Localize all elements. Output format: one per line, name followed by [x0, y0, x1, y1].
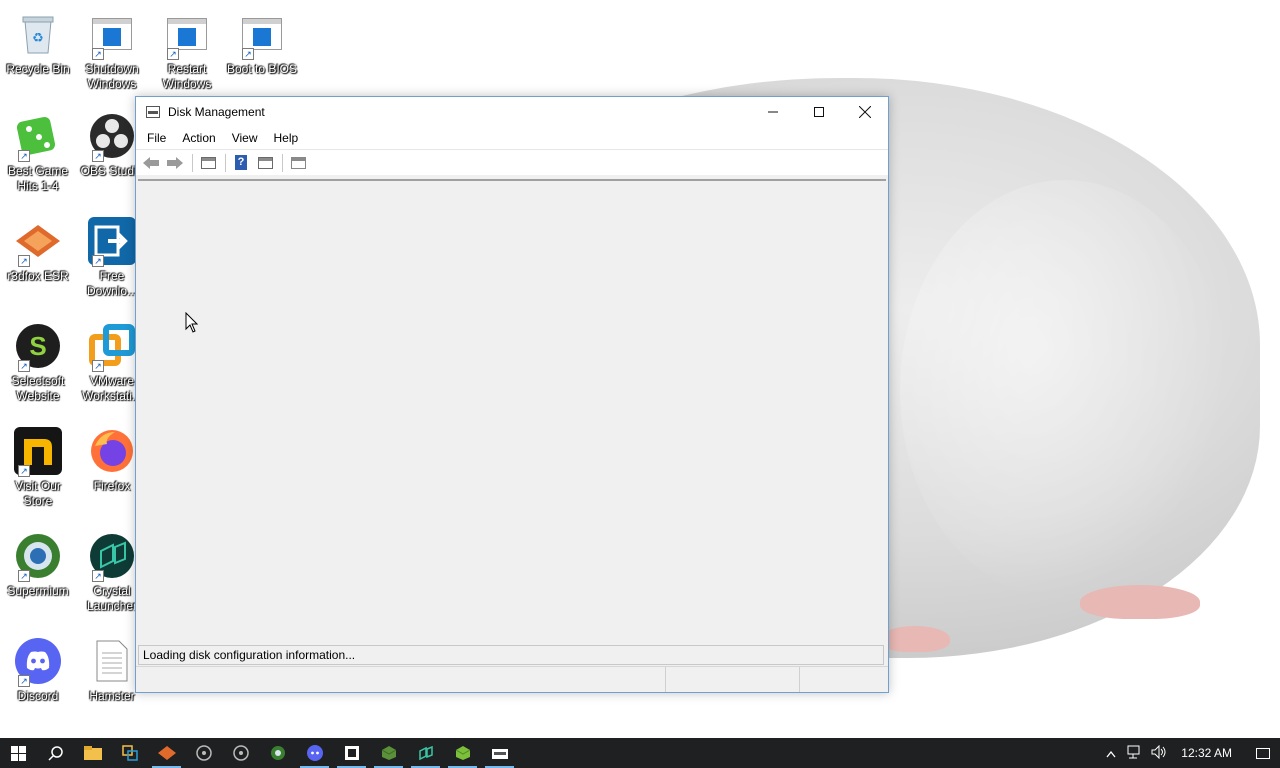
view-button[interactable] [287, 153, 309, 173]
disk-management-window[interactable]: Disk Management File Action View Help ? [135, 96, 889, 693]
console-tree-icon [200, 156, 216, 169]
taskbar-file-explorer[interactable] [74, 738, 111, 768]
obs-icon: ↗ [88, 112, 136, 162]
toolbar-separator [282, 153, 283, 172]
disk-management-icon [491, 749, 508, 759]
desktop-icon-shutdown[interactable]: ↗ Shutdown Windows [74, 10, 150, 92]
maximize-icon [814, 107, 824, 117]
taskbar-crystal-launcher[interactable] [407, 738, 444, 768]
recycle-bin-icon: ♻ [14, 10, 62, 58]
desktop-icon-discord[interactable]: ↗ Discord [0, 637, 76, 704]
window-tile-icon: ↗ [88, 10, 136, 60]
desktop-icon-recycle-bin[interactable]: ♻ Recycle Bin [0, 10, 76, 77]
start-button[interactable] [0, 738, 37, 768]
loading-status: Loading disk configuration information..… [138, 645, 884, 665]
desktop-icon-boot-bios[interactable]: ↗ Boot to BIOS [224, 10, 300, 77]
dice-icon: ↗ [14, 112, 62, 162]
show-hidden-icons-button[interactable] [1099, 746, 1123, 761]
svg-text:S: S [29, 331, 46, 361]
discord-icon [306, 745, 323, 761]
taskbar-r3dfox[interactable] [148, 738, 185, 768]
minecraft-icon [455, 746, 470, 760]
vmware-icon: ↗ [88, 322, 136, 372]
desktop-icon-supermium[interactable]: ↗ Supermium [0, 532, 76, 599]
help-icon: ? [235, 155, 247, 170]
menu-bar: File Action View Help [136, 127, 888, 149]
toolbar-separator [192, 153, 193, 172]
volume-icon[interactable] [1147, 744, 1171, 762]
desktop-icon-restart[interactable]: ↗ Restart Windows [149, 10, 225, 92]
search-icon [47, 746, 63, 761]
taskbar-vmware[interactable] [333, 738, 370, 768]
r3dfox-icon [157, 746, 176, 760]
task-view-icon [121, 745, 138, 761]
taskbar-clock[interactable]: 12:32 AM [1181, 746, 1232, 760]
help-button[interactable]: ? [230, 153, 252, 173]
maximize-button[interactable] [796, 97, 842, 127]
crystal-launcher-icon [418, 745, 433, 761]
svg-text:♻: ♻ [32, 30, 44, 45]
crystal-launcher-icon: ↗ [88, 532, 136, 582]
supermium-icon [270, 746, 285, 760]
system-tray: 12:32 AM [1099, 738, 1280, 768]
taskbar-search[interactable] [37, 738, 74, 768]
taskbar-discord[interactable] [296, 738, 333, 768]
action-center-button[interactable] [1246, 738, 1280, 768]
desktop-icon-visit-store[interactable]: ↗ Visit Our Store [0, 427, 76, 509]
minecraft-icon [381, 746, 396, 760]
window-tile-icon: ↗ [163, 10, 211, 60]
mouse-cursor-icon [185, 312, 199, 333]
taskbar-task-view[interactable] [111, 738, 148, 768]
menu-view[interactable]: View [224, 131, 266, 145]
taskbar-obs-2[interactable] [222, 738, 259, 768]
taskbar-disk-management[interactable] [481, 738, 518, 768]
vmware-icon [344, 746, 359, 760]
menu-file[interactable]: File [139, 131, 174, 145]
back-button[interactable] [140, 153, 162, 173]
store-icon: ↗ [14, 427, 62, 477]
obs-icon [232, 745, 249, 761]
minimize-button[interactable] [750, 97, 796, 127]
r3dfox-icon: ↗ [14, 217, 62, 267]
network-icon[interactable] [1123, 745, 1147, 762]
desktop-icon-best-game-hits[interactable]: ↗ Best Game Hits 1-4 [0, 112, 76, 194]
view-icon [290, 156, 306, 169]
notification-icon [1256, 747, 1270, 759]
taskbar-supermium[interactable] [259, 738, 296, 768]
status-bar [136, 666, 888, 692]
menu-action[interactable]: Action [174, 131, 223, 145]
window-title: Disk Management [168, 105, 265, 119]
toolbar: ? [136, 149, 888, 175]
text-file-icon [88, 637, 136, 685]
supermium-icon: ↗ [14, 532, 62, 582]
forward-button[interactable] [164, 153, 186, 173]
selectsoft-icon: S ↗ [14, 322, 62, 372]
show-console-tree-button[interactable] [197, 153, 219, 173]
properties-icon [257, 156, 273, 169]
back-arrow-icon [143, 156, 159, 169]
close-icon [859, 106, 871, 118]
menu-help[interactable]: Help [266, 131, 307, 145]
taskbar-minecraft-1[interactable] [370, 738, 407, 768]
taskbar: 12:32 AM [0, 738, 1280, 768]
download-arrow-icon: ↗ [88, 217, 136, 267]
properties-button[interactable] [254, 153, 276, 173]
close-button[interactable] [842, 97, 888, 127]
forward-arrow-icon [167, 156, 183, 169]
window-tile-icon: ↗ [238, 10, 286, 60]
taskbar-obs-1[interactable] [185, 738, 222, 768]
disk-view-pane[interactable] [138, 179, 886, 645]
discord-icon: ↗ [14, 637, 62, 687]
title-bar[interactable]: Disk Management [136, 97, 888, 127]
taskbar-minecraft-2[interactable] [444, 738, 481, 768]
toolbar-separator [225, 153, 226, 172]
obs-icon [195, 745, 212, 761]
desktop-icon-selectsoft[interactable]: S ↗ Selectsoft Website [0, 322, 76, 404]
file-explorer-icon [83, 746, 102, 760]
desktop-icon-r3dfox[interactable]: ↗ r3dfox ESR [0, 217, 76, 284]
firefox-icon [88, 427, 136, 475]
chevron-up-icon [1106, 750, 1116, 757]
disk-management-icon [146, 106, 160, 118]
windows-logo-icon [11, 745, 26, 761]
